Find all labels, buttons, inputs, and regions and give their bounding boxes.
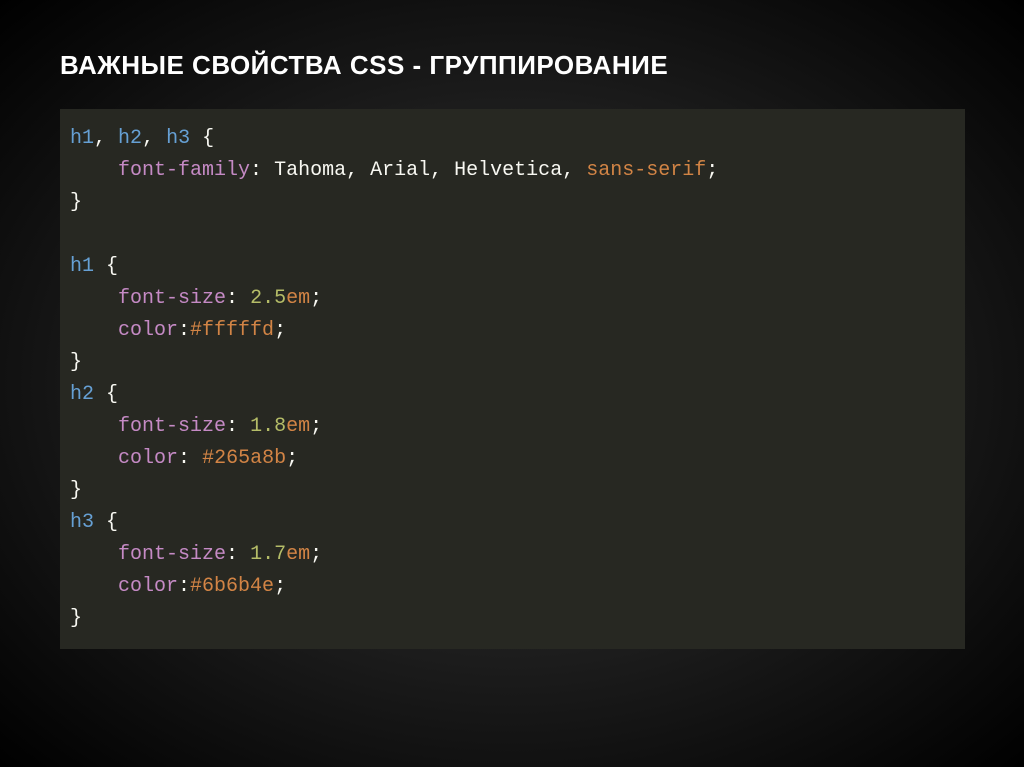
colon: :	[226, 543, 238, 566]
brace-open: {	[106, 383, 118, 406]
value-hex-265a8b: #265a8b	[202, 447, 286, 470]
brace-open: {	[106, 255, 118, 278]
colon: :	[178, 575, 190, 598]
colon: :	[178, 319, 190, 342]
prop-font-family: font-family	[118, 159, 250, 182]
slide-title: ВАЖНЫЕ СВОЙСТВА CSS - ГРУППИРОВАНИЕ	[60, 50, 964, 81]
comma: ,	[346, 159, 358, 182]
semicolon: ;	[310, 543, 322, 566]
comma: ,	[562, 159, 574, 182]
value-number: 1.7	[250, 543, 286, 566]
comma: ,	[94, 127, 106, 150]
value-tahoma: Tahoma	[274, 159, 346, 182]
comma: ,	[142, 127, 154, 150]
colon: :	[178, 447, 190, 470]
selector-h1: h1	[70, 127, 94, 150]
brace-open: {	[202, 127, 214, 150]
value-number: 2.5	[250, 287, 286, 310]
semicolon: ;	[310, 415, 322, 438]
value-unit-em: em	[286, 543, 310, 566]
semicolon: ;	[706, 159, 718, 182]
selector-h2: h2	[118, 127, 142, 150]
brace-open: {	[106, 511, 118, 534]
semicolon: ;	[274, 575, 286, 598]
selector-h3: h3	[166, 127, 190, 150]
prop-color: color	[118, 575, 178, 598]
prop-color: color	[118, 319, 178, 342]
semicolon: ;	[286, 447, 298, 470]
brace-close: }	[70, 607, 82, 630]
value-unit-em: em	[286, 415, 310, 438]
semicolon: ;	[274, 319, 286, 342]
colon: :	[250, 159, 262, 182]
semicolon: ;	[310, 287, 322, 310]
value-helvetica: Helvetica	[454, 159, 562, 182]
colon: :	[226, 415, 238, 438]
prop-font-size: font-size	[118, 287, 226, 310]
brace-close: }	[70, 191, 82, 214]
brace-close: }	[70, 351, 82, 374]
prop-font-size: font-size	[118, 415, 226, 438]
value-hex-6b6b4e: #6b6b4e	[190, 575, 274, 598]
prop-color: color	[118, 447, 178, 470]
brace-close: }	[70, 479, 82, 502]
value-arial: Arial	[370, 159, 430, 182]
selector-h2: h2	[70, 383, 94, 406]
value-number: 1.8	[250, 415, 286, 438]
css-code-block: h1, h2, h3 { font-family: Tahoma, Arial,…	[60, 109, 965, 649]
value-hex-fffffd: #fffffd	[190, 319, 274, 342]
prop-font-size: font-size	[118, 543, 226, 566]
value-unit-em: em	[286, 287, 310, 310]
comma: ,	[430, 159, 442, 182]
selector-h3: h3	[70, 511, 94, 534]
value-sans-serif: sans-serif	[586, 159, 706, 182]
selector-h1: h1	[70, 255, 94, 278]
colon: :	[226, 287, 238, 310]
